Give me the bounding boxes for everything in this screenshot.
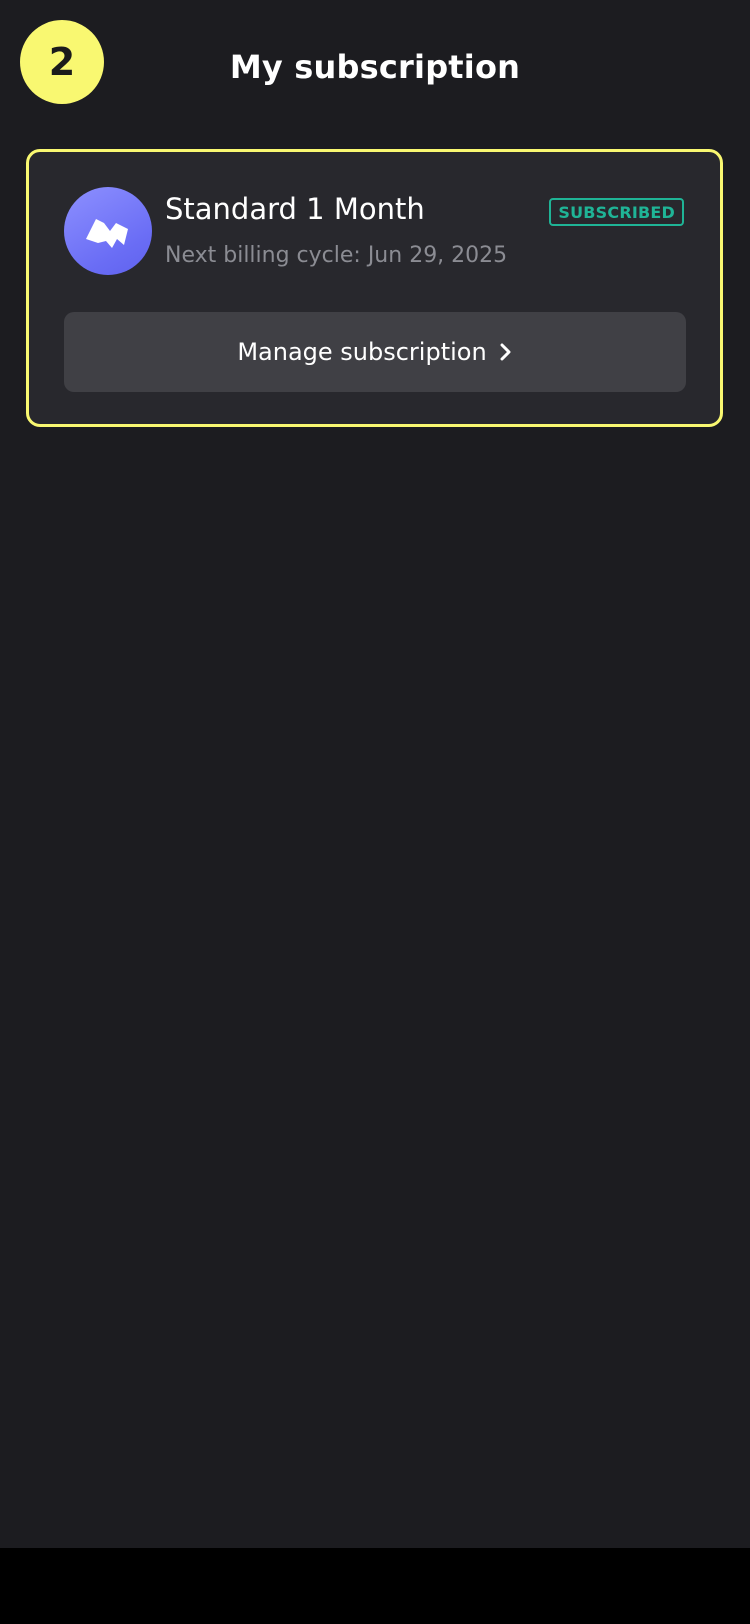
chevron-right-icon <box>499 342 513 362</box>
app-logo-icon <box>86 219 128 248</box>
plan-name: Standard 1 Month <box>165 192 425 226</box>
page-title: My subscription <box>229 48 521 86</box>
manage-subscription-button[interactable]: Manage subscription <box>64 312 686 392</box>
subscription-card: Standard 1 Month Next billing cycle: Jun… <box>26 149 723 427</box>
status-label: SUBSCRIBED <box>558 202 675 222</box>
screen: 2 My subscription Standard 1 Month Next … <box>0 0 750 1548</box>
plan-avatar <box>64 187 152 275</box>
billing-cycle-text: Next billing cycle: Jun 29, 2025 <box>165 243 508 268</box>
manage-subscription-label: Manage subscription <box>237 338 487 366</box>
status-badge: SUBSCRIBED <box>549 198 684 226</box>
bottom-bar <box>0 1548 750 1624</box>
